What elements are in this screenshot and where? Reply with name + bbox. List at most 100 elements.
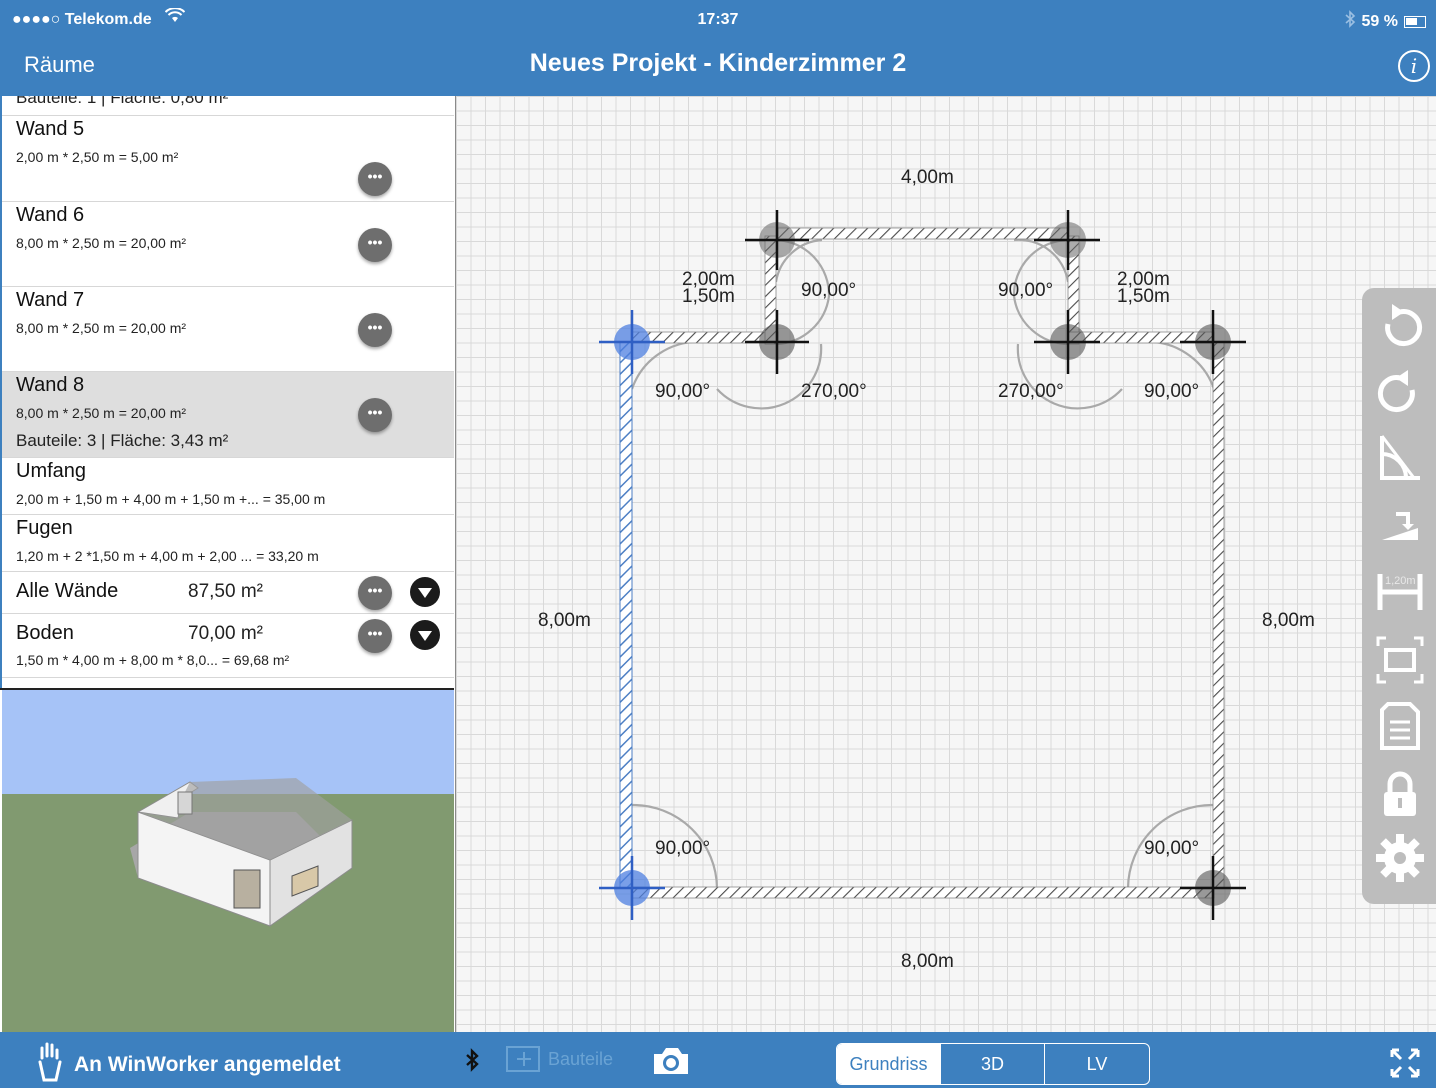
clock: 17:37 [697, 11, 739, 28]
add-component-label: Bauteile [548, 1048, 614, 1069]
top-bar: ●●●●○ Telekom.de 17:37 59 % Räume Neues … [0, 0, 1436, 96]
wall-name: Wand 7 [16, 289, 85, 311]
list-item-umfang[interactable]: Umfang 2,00 m + 1,50 m + 4,00 m + 1,50 m… [2, 458, 454, 515]
tool-strip: 1,20m [1362, 288, 1436, 904]
status-bar: ●●●●○ Telekom.de 17:37 59 % [0, 0, 1436, 40]
wall-right[interactable] [1212, 341, 1225, 889]
stairs-icon[interactable] [1374, 498, 1426, 550]
angle-label: 90,00° [1144, 838, 1199, 859]
dimension-top: 4,00m [901, 167, 954, 188]
document-icon[interactable] [1374, 700, 1426, 752]
alle-waende-value: 87,50 m² [188, 581, 263, 602]
list-item-wand-6[interactable]: Wand 6 8,00 m * 2,50 m = 20,00 m² ••• [2, 202, 454, 287]
expand-icon[interactable] [410, 577, 440, 607]
corner-handle[interactable] [745, 310, 809, 374]
status-right: 59 % [1344, 10, 1426, 33]
back-button[interactable]: Räume [24, 52, 95, 78]
corner-handles [599, 210, 1246, 920]
dimension-notch-left-2: 1,50m [682, 286, 735, 307]
undo-icon[interactable] [1374, 302, 1426, 354]
plus-icon [506, 1046, 540, 1072]
wall-bottom[interactable] [631, 886, 1215, 899]
more-button[interactable]: ••• [358, 398, 392, 432]
corner-handle[interactable] [1034, 210, 1100, 270]
redo-icon[interactable] [1374, 368, 1426, 420]
wall-components: Bauteile: 3 | Fläche: 3,43 m² [16, 431, 229, 450]
list-item-alle-waende[interactable]: Alle Wände 87,50 m² ••• [2, 572, 454, 614]
boden-formula: 1,50 m * 4,00 m + 8,00 m * 8,0... = 69,6… [16, 652, 290, 668]
wall-formula: 8,00 m * 2,50 m = 20,00 m² [16, 405, 187, 421]
angle-icon[interactable] [1374, 432, 1426, 484]
battery-percent: 59 % [1361, 12, 1398, 30]
walls [619, 227, 1225, 899]
list-item-wand-5[interactable]: Wand 5 2,00 m * 2,50 m = 5,00 m² ••• [2, 116, 454, 202]
dimension-bottom: 8,00m [901, 951, 954, 972]
dimension-icon[interactable]: 1,20m [1374, 564, 1426, 616]
angle-label: 90,00° [655, 838, 710, 859]
umfang-label: Umfang [16, 460, 87, 482]
fugen-label: Fugen [16, 517, 73, 539]
dimension-notch-right-2: 1,50m [1117, 286, 1170, 307]
alle-waende-label: Alle Wände [16, 580, 119, 602]
wall-left-selected[interactable] [619, 341, 633, 889]
fit-view-icon[interactable] [1374, 634, 1426, 686]
settings-icon[interactable] [1374, 832, 1426, 884]
angle-label: 90,00° [998, 280, 1053, 301]
angle-label: 90,00° [1144, 381, 1199, 402]
corner-handle[interactable] [745, 210, 809, 270]
tab-3d[interactable]: 3D [941, 1044, 1045, 1084]
angle-label: 270,00° [801, 381, 867, 402]
list-item-boden[interactable]: Boden 70,00 m² 1,50 m * 4,00 m + 8,00 m … [2, 614, 454, 678]
more-button[interactable]: ••• [358, 228, 392, 262]
corner-handle[interactable] [1034, 310, 1100, 374]
wall-formula: 8,00 m * 2,50 m = 20,00 m² [16, 320, 187, 336]
wall-name: Wand 6 [16, 204, 85, 226]
login-status[interactable]: An WinWorker angemeldet [36, 1042, 341, 1088]
dimension-left: 8,00m [538, 610, 591, 631]
room-sidebar: Bauteile: 1 | Fläche: 0,80 m² Wand 5 2,0… [0, 96, 456, 1032]
floor-plan-canvas[interactable]: 4,00m 2,00m 1,50m 2,00m 1,50m 8,00m 8,00… [456, 96, 1436, 1032]
angle-label: 90,00° [655, 381, 710, 402]
wall-name: Wand 5 [16, 118, 85, 140]
expand-icon[interactable] [410, 620, 440, 650]
clipped-row-text: Bauteile: 1 | Fläche: 0,80 m² [16, 96, 229, 107]
umfang-formula: 2,00 m + 1,50 m + 4,00 m + 1,50 m +... =… [16, 491, 326, 507]
hand-icon [36, 1042, 64, 1088]
more-button[interactable]: ••• [358, 162, 392, 196]
wall-formula: 8,00 m * 2,50 m = 20,00 m² [16, 235, 187, 251]
view-segmented-control: Grundriss 3D LV [836, 1043, 1150, 1085]
corner-handle[interactable] [1180, 310, 1246, 374]
battery-icon [1404, 15, 1426, 28]
angle-label: 270,00° [998, 381, 1064, 402]
boden-value: 70,00 m² [188, 623, 263, 644]
more-button[interactable]: ••• [358, 576, 392, 610]
camera-icon[interactable] [652, 1046, 690, 1081]
wall-list[interactable]: Bauteile: 1 | Fläche: 0,80 m² Wand 5 2,0… [0, 96, 454, 688]
floor-plan-drawing: 4,00m 2,00m 1,50m 2,00m 1,50m 8,00m 8,00… [538, 167, 1315, 972]
tab-grundriss[interactable]: Grundriss [837, 1044, 941, 1084]
bluetooth-icon [1344, 10, 1356, 33]
lock-icon[interactable] [1374, 768, 1426, 820]
bluetooth-icon[interactable] [464, 1048, 480, 1077]
boden-label: Boden [16, 622, 74, 644]
info-icon[interactable]: i [1398, 50, 1430, 82]
angle-label: 90,00° [801, 280, 856, 301]
corner-handle-selected[interactable] [599, 856, 665, 920]
dimension-right: 8,00m [1262, 610, 1315, 631]
corner-handle[interactable] [1180, 856, 1246, 920]
more-button[interactable]: ••• [358, 313, 392, 347]
more-button[interactable]: ••• [358, 619, 392, 653]
nav-bar: Räume Neues Projekt - Kinderzimmer 2 i [0, 40, 1436, 96]
fullscreen-icon[interactable] [1390, 1048, 1420, 1083]
list-item-fugen[interactable]: Fugen 1,20 m + 2 *1,50 m + 4,00 m + 2,00… [2, 515, 454, 572]
corner-handle-selected[interactable] [599, 310, 665, 374]
wall-top[interactable] [777, 227, 1069, 240]
3d-preview[interactable] [2, 690, 454, 1032]
list-item-wand-8[interactable]: Wand 8 8,00 m * 2,50 m = 20,00 m² Bautei… [2, 372, 454, 458]
tab-lv[interactable]: LV [1045, 1044, 1149, 1084]
list-item-wand-7[interactable]: Wand 7 8,00 m * 2,50 m = 20,00 m² ••• [2, 287, 454, 372]
add-component-button[interactable]: Bauteile [506, 1046, 613, 1072]
login-label: An WinWorker angemeldet [74, 1053, 341, 1076]
fugen-formula: 1,20 m + 2 *1,50 m + 4,00 m + 2,00 ... =… [16, 548, 319, 564]
dimension-icon-label: 1,20m [1385, 575, 1416, 587]
